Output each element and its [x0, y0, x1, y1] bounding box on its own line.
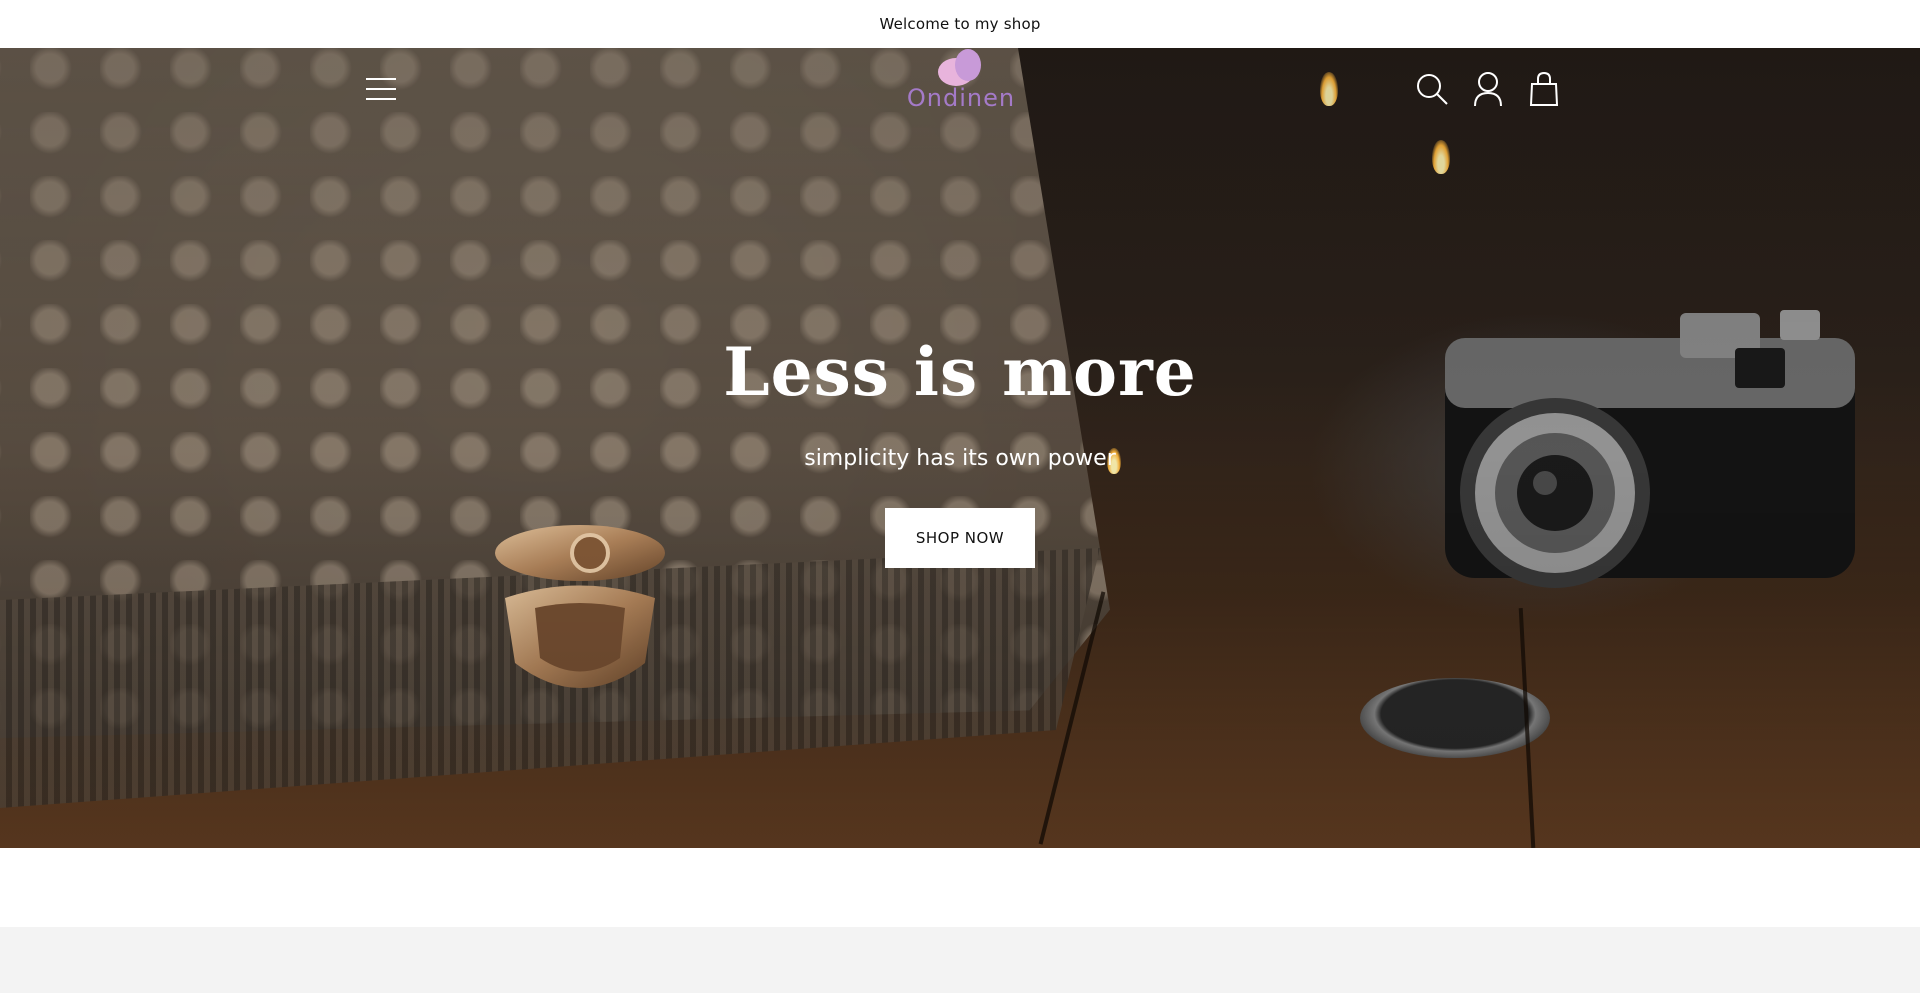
hero-title: Less is more — [723, 333, 1197, 411]
announcement-bar: Welcome to my shop — [0, 0, 1920, 48]
shop-now-button[interactable]: SHOP NOW — [885, 508, 1035, 568]
section-spacer — [0, 848, 1920, 927]
announcement-text: Welcome to my shop — [879, 15, 1041, 33]
hero-subtitle: simplicity has its own power — [804, 446, 1116, 471]
next-section — [0, 927, 1920, 993]
hero-content: Less is more simplicity has its own powe… — [0, 48, 1920, 848]
